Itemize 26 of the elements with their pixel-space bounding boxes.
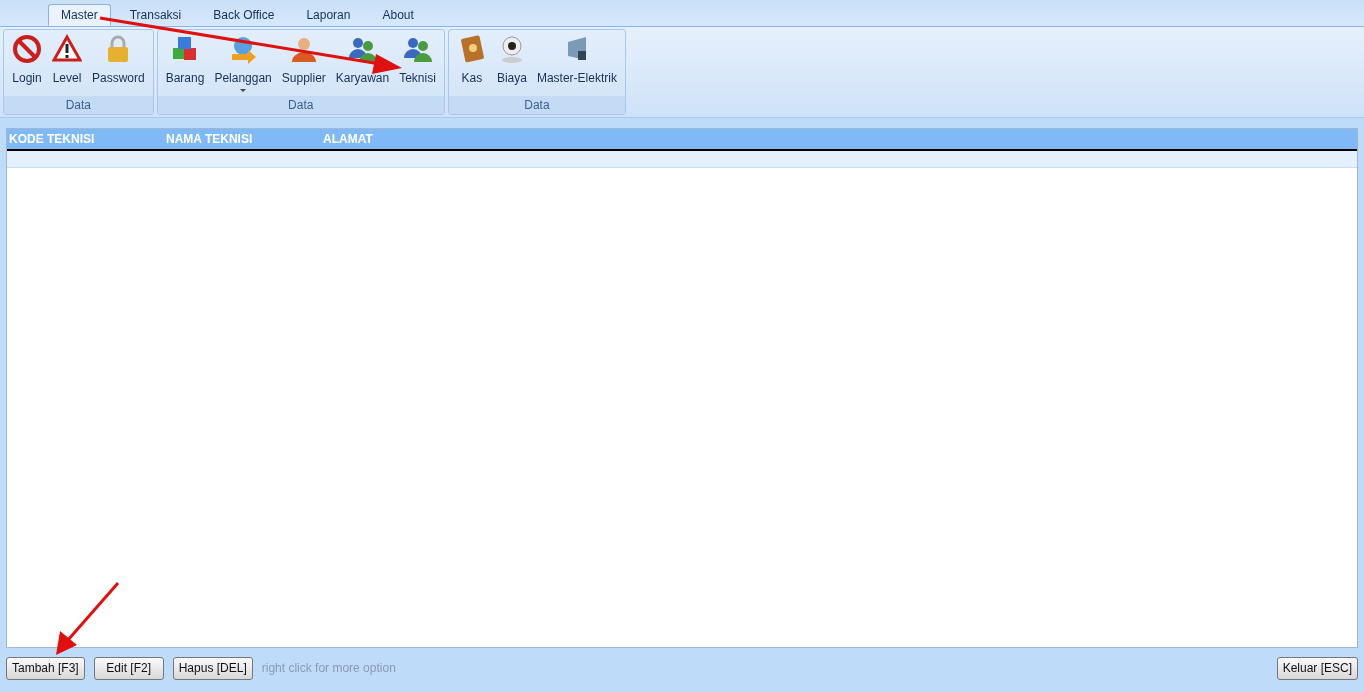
group-label: Data bbox=[448, 96, 625, 114]
ribbon-button[interactable]: Barang bbox=[160, 32, 210, 96]
ribbon-button[interactable]: Teknisi bbox=[394, 32, 441, 96]
action-button[interactable]: Edit [F2] bbox=[93, 656, 164, 680]
ribbon-tab[interactable]: Laporan bbox=[293, 4, 364, 26]
ribbon-button[interactable]: Password bbox=[87, 32, 150, 96]
ribbon-button[interactable]: Supplier bbox=[276, 32, 331, 96]
no-entry-icon bbox=[12, 34, 42, 64]
ribbon-tab[interactable]: Master bbox=[48, 4, 111, 26]
action-button[interactable]: Hapus [DEL] bbox=[172, 656, 253, 680]
ribbon-button[interactable]: Biaya bbox=[491, 32, 532, 96]
group-label: Data bbox=[4, 96, 153, 114]
ribbon-button[interactable]: Master-Elektrik bbox=[531, 32, 622, 96]
ribbon-tab[interactable]: Back Office bbox=[200, 4, 288, 26]
ribbon-tab[interactable]: About bbox=[369, 4, 427, 26]
ribbon-button[interactable]: Login bbox=[7, 32, 47, 96]
action-button[interactable]: Tambah [F3] bbox=[6, 656, 85, 680]
ribbon-tab[interactable]: Transaksi bbox=[116, 4, 195, 26]
new-row[interactable] bbox=[7, 151, 1357, 168]
ribbon-button[interactable]: Level bbox=[47, 32, 87, 96]
warning-icon bbox=[52, 34, 82, 64]
ribbon-button[interactable]: Pelanggan bbox=[209, 32, 277, 96]
group-label: Data bbox=[157, 96, 444, 114]
ribbon-button[interactable]: Kas bbox=[451, 32, 492, 96]
hint-text: right click for more option bbox=[261, 661, 396, 675]
exit-button[interactable]: Keluar [ESC] bbox=[1276, 656, 1358, 680]
